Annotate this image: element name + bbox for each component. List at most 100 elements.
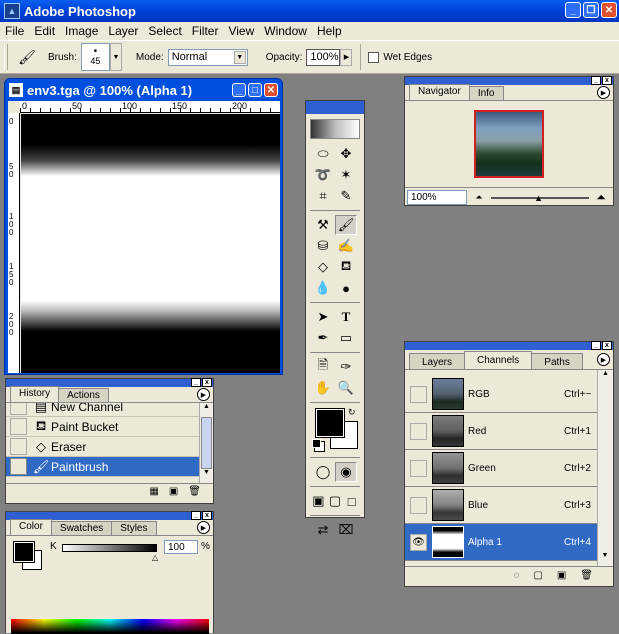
default-colors-icon[interactable] [312,439,321,448]
slice-tool-icon[interactable]: ✎ [335,186,357,206]
channels-scrollbar[interactable]: ▲ ▼ [597,370,613,566]
zoom-slider-thumb[interactable]: ▲ [534,193,543,203]
scroll-down-icon[interactable]: ▼ [598,552,612,566]
channel-row[interactable]: Green Ctrl+2 [405,450,597,487]
eyedropper-tool-icon[interactable]: ✑ [335,357,357,377]
navigator-thumbnail[interactable] [474,110,544,178]
load-selection-icon[interactable]: ◌ [513,570,519,581]
history-item[interactable]: ▤ New Channel [6,403,199,417]
menu-window[interactable]: Window [259,24,312,38]
healing-brush-tool-icon[interactable]: ⚒ [312,215,334,235]
visibility-toggle[interactable] [410,422,427,440]
trash-icon[interactable]: 🗑 [188,486,201,497]
zoom-input[interactable]: 100% [407,190,467,205]
tab-actions[interactable]: Actions [58,388,109,402]
restore-button[interactable]: ❐ [583,2,599,18]
panel-menu-icon[interactable]: ▶ [597,86,610,99]
panel-menu-icon[interactable]: ▶ [197,521,210,534]
opacity-input[interactable]: 100% [306,48,341,66]
standard-mode-icon[interactable]: ◯ [312,462,334,482]
jump-to-imageready-icon[interactable]: ⇄ [312,520,334,540]
swap-colors-icon[interactable]: ↻ [348,407,356,418]
tab-layers[interactable]: Layers [409,353,466,369]
tab-styles[interactable]: Styles [111,521,157,535]
menu-layer[interactable]: Layer [103,24,143,38]
hand-tool-icon[interactable]: ✋ [312,378,334,398]
save-selection-icon[interactable]: ▢ [533,570,542,581]
minimize-button[interactable]: _ [565,2,581,18]
brush-preset-picker[interactable]: • 45 [80,43,110,71]
photoshop-icon[interactable]: ▲ [4,3,20,19]
marquee-tool-icon[interactable]: ⬭ [312,144,334,164]
scroll-up-icon[interactable]: ▲ [200,403,213,417]
zoom-out-icon[interactable]: ⏶ [469,192,489,203]
history-scrollbar[interactable]: ▲ ▼ [199,403,213,483]
channels-titlebar[interactable]: _ x [405,341,613,350]
color-ramp[interactable] [11,619,209,634]
panel-close-button[interactable]: x [602,341,612,350]
menu-filter[interactable]: Filter [187,24,224,38]
standard-screen-mode-icon[interactable]: ▣ [310,491,327,511]
quick-mask-mode-icon[interactable]: ◉ [335,462,357,482]
new-document-from-state-icon[interactable]: ▦ [149,486,158,497]
pen-tool-icon[interactable]: ✒ [312,328,334,348]
paintbrush-tool-icon[interactable]: 🖌 [335,215,357,235]
tab-color[interactable]: Color [10,519,52,535]
visibility-toggle[interactable] [410,496,427,514]
blur-tool-icon[interactable]: 💧 [312,278,334,298]
tab-channels[interactable]: Channels [464,351,533,369]
scroll-thumb[interactable] [201,417,212,469]
menu-file[interactable]: File [0,24,29,38]
tab-swatches[interactable]: Swatches [50,521,113,535]
tab-paths[interactable]: Paths [531,353,583,369]
paintbrush-tool-icon[interactable]: 🖌 [16,46,38,68]
panel-close-button[interactable]: x [602,76,612,85]
options-grip[interactable] [4,44,8,70]
shape-tool-icon[interactable]: ▭ [335,328,357,348]
menu-view[interactable]: View [223,24,259,38]
panel-close-button[interactable]: x [202,511,212,520]
panel-menu-icon[interactable]: ▶ [197,388,210,401]
mode-select[interactable]: Normal ▼ [167,48,248,66]
tab-history[interactable]: History [10,386,60,402]
foreground-color-swatch[interactable] [13,541,35,563]
dodge-tool-icon[interactable]: ● [335,278,357,298]
adobe-online-icon[interactable] [310,119,360,139]
panel-minimize-button[interactable]: _ [591,341,601,350]
move-tool-icon[interactable]: ✥ [335,144,357,164]
eye-icon[interactable]: 👁 [410,533,427,551]
lasso-tool-icon[interactable]: ➰ [312,165,334,185]
doc-close-button[interactable]: ✕ [264,83,278,97]
path-selection-tool-icon[interactable]: ➤ [312,307,334,327]
zoom-slider[interactable]: ▲ [491,193,589,203]
type-tool-icon[interactable]: T [335,307,357,327]
history-brush-tool-icon[interactable]: ✍ [335,236,357,256]
menu-image[interactable]: Image [60,24,103,38]
doc-minimize-button[interactable]: _ [232,83,246,97]
panel-minimize-button[interactable]: _ [191,378,201,387]
channel-row[interactable]: Blue Ctrl+3 [405,487,597,524]
visibility-toggle[interactable] [410,459,427,477]
k-slider[interactable] [62,544,157,552]
history-item[interactable]: ◇ Eraser [6,437,199,457]
new-snapshot-icon[interactable]: ▣ [169,486,178,497]
full-screen-mode-icon[interactable]: □ [343,491,360,511]
channel-row-active[interactable]: 👁 Alpha 1 Ctrl+4 [405,524,597,561]
tab-navigator[interactable]: Navigator [409,84,470,100]
menu-help[interactable]: Help [312,24,347,38]
channel-row[interactable]: Red Ctrl+1 [405,413,597,450]
panel-menu-icon[interactable]: ▶ [597,353,610,366]
channel-row[interactable]: RGB Ctrl+~ [405,376,597,413]
panel-close-button[interactable]: x [202,378,212,387]
scroll-down-icon[interactable]: ▼ [200,469,213,483]
magic-wand-tool-icon[interactable]: ✶ [335,165,357,185]
new-channel-icon[interactable]: ▣ [557,570,566,581]
k-slider-thumb[interactable]: △ [152,553,158,562]
full-screen-menu-mode-icon[interactable]: ▢ [327,491,344,511]
history-item-active[interactable]: 🖌 Paintbrush [6,457,199,477]
tab-info[interactable]: Info [468,86,504,100]
opacity-slider-button[interactable]: ▶ [340,48,353,66]
menu-edit[interactable]: Edit [29,24,60,38]
zoom-tool-icon[interactable]: 🔍 [335,378,357,398]
alpha-channel-canvas[interactable] [21,114,280,373]
